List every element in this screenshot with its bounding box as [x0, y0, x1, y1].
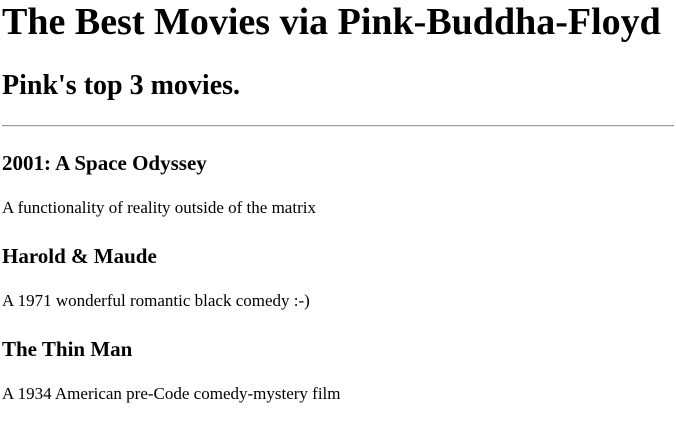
movie-description: A 1934 American pre-Code comedy-mystery …	[2, 384, 341, 403]
movie-title: The Thin Man	[2, 337, 133, 361]
page-subtitle: Pink's top 3 movies.	[2, 70, 241, 101]
movie-item: 2001: A Space Odyssey A functionality of…	[2, 150, 316, 217]
movie-description: A 1971 wonderful romantic black comedy :…	[2, 291, 310, 310]
movie-item: The Thin Man A 1934 American pre-Code co…	[2, 336, 341, 403]
movie-item: Harold & Maude A 1971 wonderful romantic…	[2, 243, 310, 310]
movie-description: A functionality of reality outside of th…	[2, 198, 316, 217]
divider	[2, 125, 674, 127]
page-title: The Best Movies via Pink-Buddha-Floyd	[2, 1, 661, 43]
movie-title: Harold & Maude	[2, 244, 157, 268]
movie-title: 2001: A Space Odyssey	[2, 151, 207, 175]
